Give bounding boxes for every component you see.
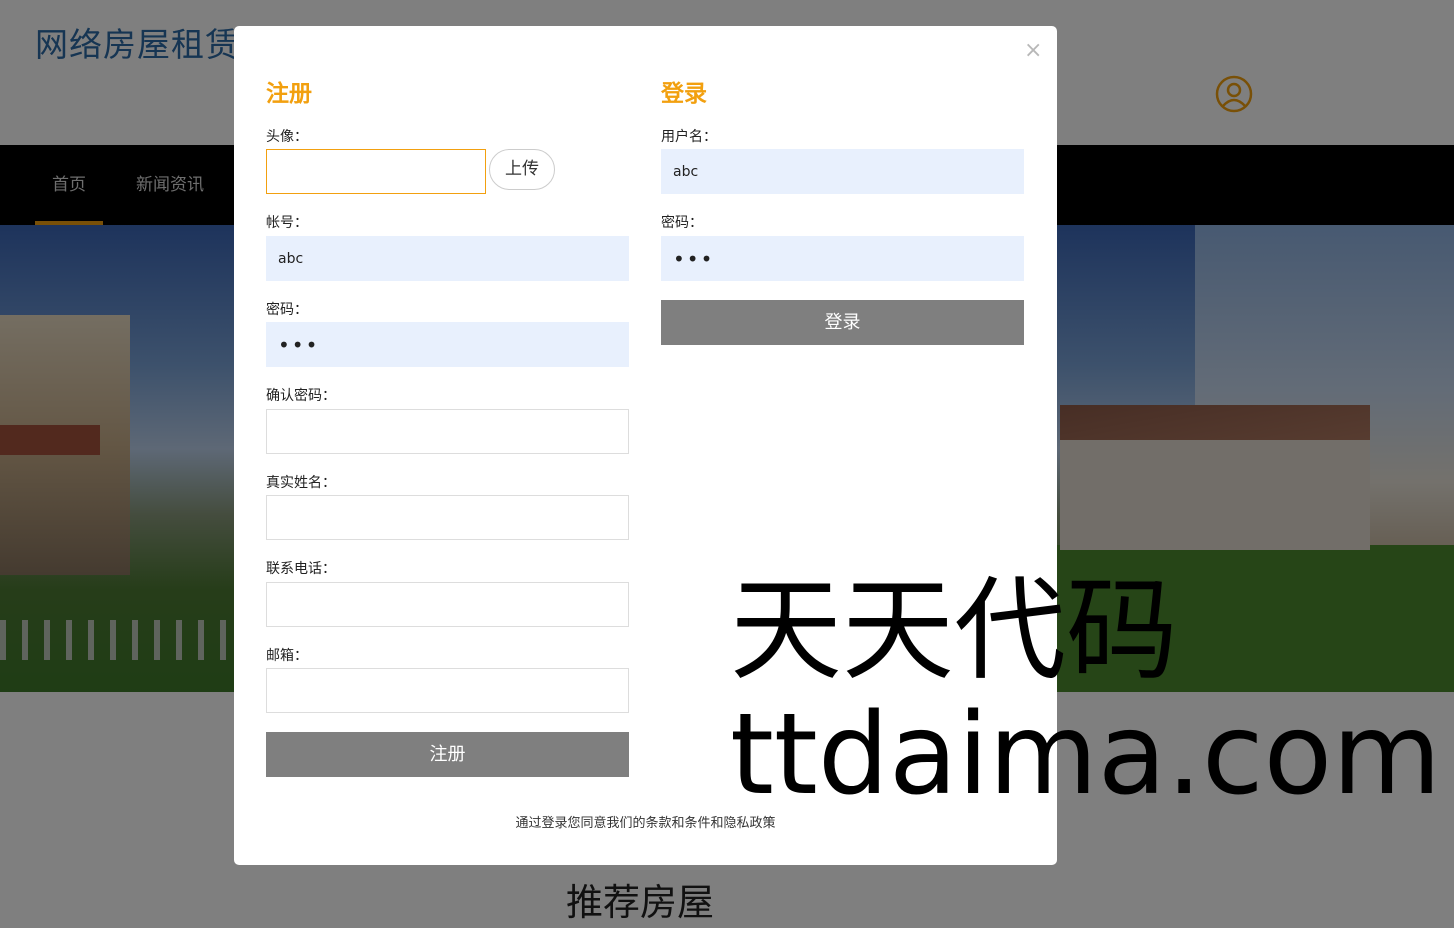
avatar-input[interactable]	[266, 149, 486, 194]
realname-input[interactable]	[266, 495, 629, 540]
avatar-label: 头像：	[266, 129, 308, 145]
phone-label: 联系电话：	[266, 561, 336, 577]
username-input[interactable]	[661, 149, 1024, 194]
account-input[interactable]	[266, 236, 629, 281]
password-label: 密码：	[266, 302, 308, 318]
login-password-label: 密码：	[661, 215, 703, 231]
password-input[interactable]	[266, 322, 629, 367]
email-input[interactable]	[266, 668, 629, 713]
realname-label: 真实姓名：	[266, 475, 336, 491]
login-password-input[interactable]	[661, 236, 1024, 281]
close-icon[interactable]: ×	[1024, 38, 1042, 63]
watermark-text-cn: 天天代码	[730, 566, 1178, 696]
phone-input[interactable]	[266, 582, 629, 627]
login-button[interactable]: 登录	[661, 300, 1024, 345]
account-label: 帐号：	[266, 215, 308, 231]
login-title: 登录	[661, 81, 707, 107]
confirm-password-label: 确认密码：	[266, 388, 336, 404]
username-label: 用户名：	[661, 129, 717, 145]
register-button[interactable]: 注册	[266, 732, 629, 777]
watermark-text-url: ttdaima.com	[730, 690, 1442, 820]
email-label: 邮箱：	[266, 648, 308, 664]
register-title: 注册	[266, 81, 312, 107]
upload-button[interactable]: 上传	[489, 149, 555, 190]
confirm-password-input[interactable]	[266, 409, 629, 454]
